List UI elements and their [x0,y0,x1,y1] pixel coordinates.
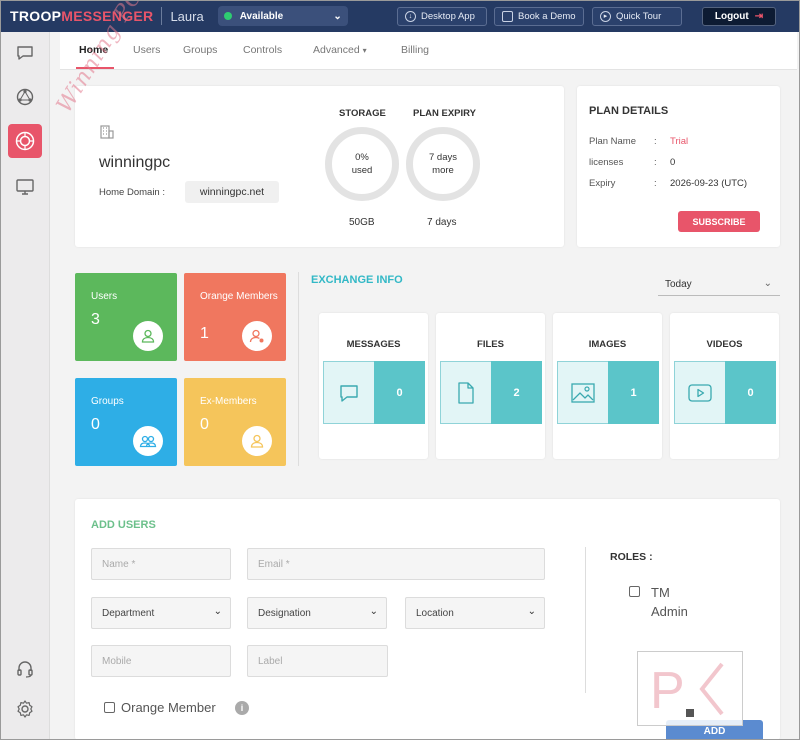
messages-count: 0 [374,361,425,424]
images-count: 1 [608,361,659,424]
user-icon [133,321,163,351]
info-icon[interactable]: i [235,701,249,715]
tab-advanced[interactable]: Advanced ▾ [313,44,367,56]
add-users-title: ADD USERS [91,519,156,531]
desktop-app-button[interactable]: ↓ Desktop App [397,7,487,26]
monitor-icon[interactable] [8,170,42,204]
stats-divider [298,272,299,466]
department-select[interactable]: Department ⌄ [91,597,231,629]
tab-groups[interactable]: Groups [183,44,217,56]
video-play-icon [687,380,713,406]
designation-select[interactable]: Designation ⌄ [247,597,387,629]
name-input[interactable]: Name * [91,548,231,580]
tm-admin-role-label: TM Admin [651,585,688,619]
expiry-days-foot: 7 days [427,217,457,228]
files-exchange-card: FILES 2 [436,313,545,459]
exchange-period-select[interactable]: Today ⌄ [658,276,780,296]
svg-text:P: P [650,662,685,720]
quick-tour-button[interactable]: ▸ Quick Tour [592,7,682,26]
expiry-date-value: 2026-09-23 (UTC) [670,178,748,189]
group-icon [133,426,163,456]
users-stat-tile[interactable]: Users 3 [75,273,177,361]
organization-card: winningpc Home Domain : winningpc.net ST… [75,86,564,247]
images-exchange-card: IMAGES 1 [553,313,662,459]
status-online-dot [223,12,232,20]
chevron-down-icon: ⌄ [527,606,536,617]
caret-down-icon: ▾ [362,46,367,55]
pc-watermark-logo: P [637,651,743,726]
logout-button[interactable]: Logout ⇥ [702,7,776,26]
plan-details-card: PLAN DETAILS Plan Name: Trial licenses:0 … [577,86,780,247]
storage-ring: 0% used [325,127,399,201]
plan-expiry-ring: 7 days more [406,127,480,201]
network-icon[interactable] [8,80,42,114]
chevron-down-icon: ⌄ [369,606,378,617]
subscribe-button[interactable]: SUBSCRIBE [678,211,760,232]
chevron-down-icon: ⌄ [763,278,772,289]
storage-title: STORAGE [339,108,386,119]
plan-name-value: Trial [670,136,689,147]
storage-total: 50GB [349,217,375,228]
plan-expiry-title: PLAN EXPIRY [413,108,476,119]
roles-title: ROLES : [610,551,653,563]
calendar-icon [502,11,513,22]
download-icon: ↓ [405,11,416,22]
tab-controls[interactable]: Controls [243,44,282,56]
left-sidebar [0,32,50,740]
videos-count: 0 [725,361,776,424]
mobile-input[interactable]: Mobile [91,645,231,677]
settings-gear-icon[interactable] [8,692,42,726]
tab-billing[interactable]: Billing [401,44,429,56]
exchange-info-title: EXCHANGE INFO [311,274,403,286]
user-plus-icon [242,321,272,351]
orange-member-label: Orange Member [121,700,216,715]
current-user-name: Laura [170,8,204,24]
roles-divider [585,547,586,693]
files-count: 2 [491,361,542,424]
status-label: Available [239,10,284,22]
storage-used-label: used [351,165,373,176]
home-domain-value: winningpc.net [185,181,279,203]
message-icon [336,380,362,406]
book-demo-button[interactable]: Book a Demo [494,7,584,26]
tab-users[interactable]: Users [133,44,160,56]
storage-used-percent: 0% [355,152,369,163]
label-input[interactable]: Label [247,645,388,677]
building-icon [99,124,115,145]
home-domain-label: Home Domain : [99,187,165,198]
email-input[interactable]: Email * [247,548,545,580]
chat-bubble-icon[interactable] [8,36,42,70]
organization-name: winningpc [99,154,171,171]
admin-dashboard-icon[interactable] [8,124,42,158]
location-select[interactable]: Location ⌄ [405,597,545,629]
orange-members-stat-tile[interactable]: Orange Members 1 [184,273,286,361]
topbar-divider [161,7,163,25]
chevron-down-icon: ⌄ [333,10,342,22]
headset-icon[interactable] [8,652,42,686]
chevron-down-icon: ⌄ [213,606,222,617]
ex-members-stat-tile[interactable]: Ex-Members 0 [184,378,286,466]
tm-admin-role-checkbox[interactable] [629,586,640,597]
expiry-days: 7 days [429,152,457,163]
ex-member-icon [242,426,272,456]
file-icon [453,380,479,406]
image-icon [570,380,596,406]
play-icon: ▸ [600,11,611,22]
plan-details-title: PLAN DETAILS [589,105,669,117]
licenses-value: 0 [670,157,676,168]
logout-icon: ⇥ [754,11,764,22]
orange-member-checkbox[interactable] [104,702,115,713]
videos-exchange-card: VIDEOS 0 [670,313,779,459]
admin-nav-tabs: Home Users Groups Controls Advanced ▾ Bi… [60,32,797,70]
groups-stat-tile[interactable]: Groups 0 [75,378,177,466]
expiry-more-label: more [432,165,454,176]
availability-status-select[interactable]: Available ⌄ [217,6,348,26]
messages-exchange-card: MESSAGES 0 [319,313,428,459]
